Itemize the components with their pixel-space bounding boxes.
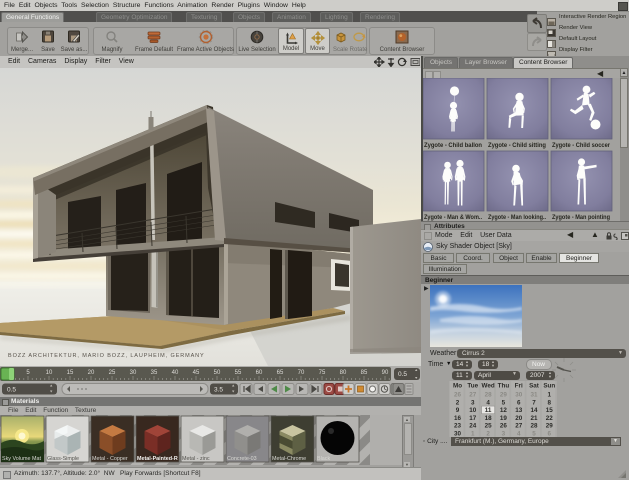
svg-text:13: 13 bbox=[515, 407, 523, 414]
svg-text:19: 19 bbox=[500, 415, 508, 422]
svg-text:10: 10 bbox=[469, 407, 477, 414]
svg-text:31: 31 bbox=[530, 392, 538, 399]
svg-text:24: 24 bbox=[469, 423, 477, 430]
svg-text:12: 12 bbox=[500, 407, 508, 414]
svg-text:Zygote - Man & Wom..: Zygote - Man & Wom.. bbox=[424, 214, 482, 221]
svg-text:Zygote - Child soccer: Zygote - Child soccer bbox=[552, 142, 611, 149]
svg-text:21: 21 bbox=[530, 415, 538, 422]
svg-text:6: 6 bbox=[517, 399, 521, 406]
svg-text:25: 25 bbox=[109, 370, 116, 376]
svg-text:Black: Black bbox=[317, 456, 330, 462]
svg-text:23: 23 bbox=[454, 423, 462, 430]
svg-text:35: 35 bbox=[151, 370, 158, 376]
svg-text:Sun: Sun bbox=[543, 383, 555, 390]
svg-text:15: 15 bbox=[546, 407, 554, 414]
svg-text:40: 40 bbox=[172, 370, 179, 376]
svg-text:45: 45 bbox=[193, 370, 200, 376]
svg-text:30: 30 bbox=[515, 392, 523, 399]
svg-text:29: 29 bbox=[500, 392, 508, 399]
svg-text:8: 8 bbox=[548, 399, 552, 406]
svg-text:20: 20 bbox=[515, 415, 523, 422]
svg-text:BOZZ ARCHITEKTUR, MARIO BOZZ,: BOZZ ARCHITEKTUR, MARIO BOZZ, LAUPHEIM, … bbox=[8, 353, 205, 359]
svg-text:26: 26 bbox=[500, 423, 508, 430]
svg-text:0.5: 0.5 bbox=[7, 387, 16, 394]
svg-text:27: 27 bbox=[469, 392, 477, 399]
svg-text:Metal - Copper: Metal - Copper bbox=[92, 456, 128, 462]
svg-text:Thu: Thu bbox=[498, 383, 510, 390]
svg-text:2: 2 bbox=[456, 399, 460, 406]
svg-text:65: 65 bbox=[277, 370, 284, 376]
svg-text:5: 5 bbox=[502, 399, 506, 406]
svg-text:Sat: Sat bbox=[529, 383, 540, 390]
svg-text:Metal-Chrome: Metal-Chrome bbox=[272, 456, 306, 462]
svg-text:60: 60 bbox=[256, 370, 263, 376]
svg-text:Zygote - Child sitting: Zygote - Child sitting bbox=[488, 142, 546, 149]
svg-text:15: 15 bbox=[67, 370, 74, 376]
svg-text:7: 7 bbox=[532, 399, 536, 406]
svg-text:55: 55 bbox=[235, 370, 242, 376]
svg-text:10: 10 bbox=[46, 370, 53, 376]
svg-text:1: 1 bbox=[548, 392, 552, 399]
svg-text:28: 28 bbox=[485, 392, 493, 399]
svg-text:18: 18 bbox=[485, 415, 493, 422]
svg-text:Concrete-03: Concrete-03 bbox=[227, 456, 257, 462]
svg-text:29: 29 bbox=[546, 423, 554, 430]
svg-text:16: 16 bbox=[454, 415, 462, 422]
svg-text:Tue: Tue bbox=[467, 383, 478, 390]
svg-text:Zygote - Child ballon: Zygote - Child ballon bbox=[424, 142, 482, 149]
svg-text:Zygote - Man pointing: Zygote - Man pointing bbox=[552, 214, 610, 221]
svg-text:Mo: Mo bbox=[453, 383, 462, 390]
svg-text:0.5: 0.5 bbox=[398, 371, 407, 378]
svg-text:80: 80 bbox=[340, 370, 347, 376]
svg-text:14: 14 bbox=[530, 407, 538, 414]
svg-text:70: 70 bbox=[298, 370, 305, 376]
svg-text:3.5: 3.5 bbox=[214, 387, 223, 394]
svg-text:50: 50 bbox=[214, 370, 221, 376]
svg-text:Metal - zinc: Metal - zinc bbox=[182, 456, 210, 462]
svg-text:9: 9 bbox=[456, 407, 460, 414]
svg-text:Zygote - Man looking..: Zygote - Man looking.. bbox=[488, 214, 546, 221]
svg-text:17: 17 bbox=[469, 415, 477, 422]
svg-text:90: 90 bbox=[382, 370, 389, 376]
svg-text:27: 27 bbox=[515, 423, 523, 430]
svg-text:85: 85 bbox=[361, 370, 368, 376]
svg-text:20: 20 bbox=[88, 370, 95, 376]
svg-text:11: 11 bbox=[485, 407, 492, 414]
svg-text:4: 4 bbox=[486, 399, 490, 406]
svg-text:75: 75 bbox=[319, 370, 326, 376]
svg-text:28: 28 bbox=[530, 423, 538, 430]
svg-text:Wed: Wed bbox=[482, 383, 495, 390]
svg-text:3: 3 bbox=[471, 399, 475, 406]
svg-text:26: 26 bbox=[454, 392, 462, 399]
svg-text:Metal-Painted-R: Metal-Painted-R bbox=[137, 456, 178, 462]
svg-text:30: 30 bbox=[130, 370, 137, 376]
svg-text:Fri: Fri bbox=[515, 383, 523, 390]
svg-text:Glass-Simple: Glass-Simple bbox=[47, 456, 79, 462]
svg-text:25: 25 bbox=[485, 423, 493, 430]
svg-text:Sky Volume Mat: Sky Volume Mat bbox=[2, 456, 41, 462]
svg-text:22: 22 bbox=[546, 415, 554, 422]
